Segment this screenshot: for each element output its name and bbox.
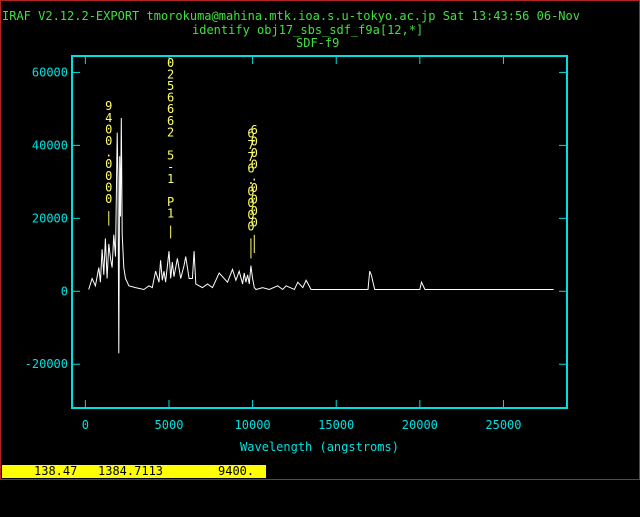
x-tick-label: 10000	[235, 418, 271, 432]
x-tick-label: 20000	[402, 418, 438, 432]
y-tick-label: 40000	[32, 138, 68, 152]
x-tick-label: 25000	[485, 418, 521, 432]
y-tick-label: 20000	[32, 211, 68, 225]
plot-area[interactable]: 0 5000 10000 15000 20000 25000 -20000 0 20000 400…	[0, 0, 640, 480]
axes-box	[71, 55, 568, 409]
x-axis-label: Wavelength (angstroms)	[240, 440, 399, 454]
status-value-b: 1384.7113	[98, 464, 164, 478]
x-tick-label: 0	[82, 418, 89, 432]
y-tick-label: -20000	[25, 357, 68, 371]
status-value-a: 138.47	[34, 464, 78, 478]
line-id-label: 9400.0000	[105, 99, 112, 206]
x-tick-label: 5000	[155, 418, 184, 432]
line-id-label: 0256662 5 -1 P1	[167, 56, 174, 221]
y-tick-label: 0	[61, 284, 68, 298]
y-tick-label: 60000	[32, 65, 68, 79]
status-bar: 138.47 1384.7113 9400.	[2, 465, 266, 478]
x-tick-label: 15000	[318, 418, 354, 432]
line-id-label: 6000.0000	[251, 123, 258, 230]
spectrum-line	[88, 117, 554, 354]
status-value-c: 9400.	[218, 464, 255, 478]
